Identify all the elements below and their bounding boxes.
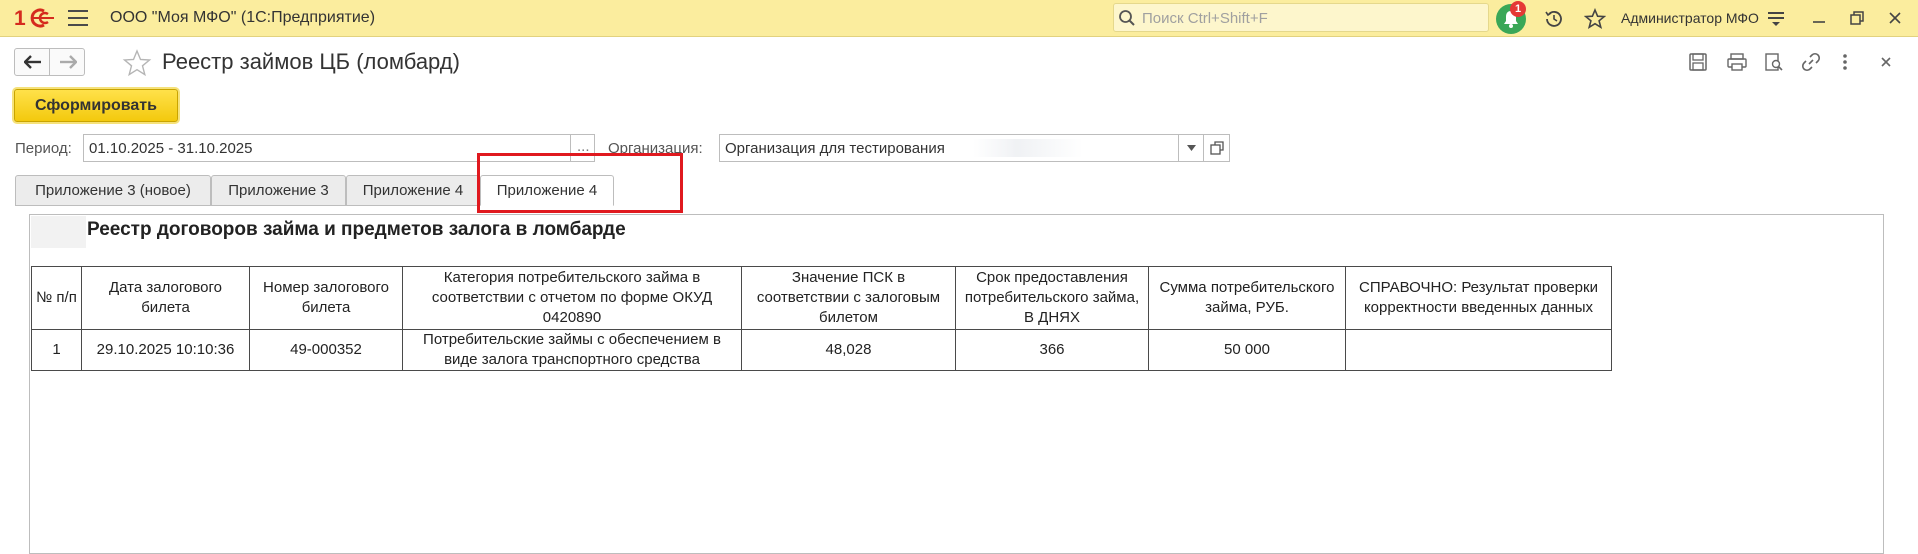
back-button[interactable] xyxy=(14,48,50,76)
period-label: Период: xyxy=(15,140,72,157)
highlight-frame xyxy=(477,153,683,213)
restore-icon[interactable] xyxy=(1848,8,1866,28)
svg-text:1: 1 xyxy=(14,7,26,30)
table-header-row: № п/п Дата залогового билета Номер залог… xyxy=(31,266,1612,330)
global-search[interactable] xyxy=(1113,3,1489,32)
column-header-ticket-date: Дата залогового билета xyxy=(81,266,250,330)
main-menu-icon[interactable] xyxy=(68,10,88,26)
1c-logo[interactable]: 1 xyxy=(14,6,56,30)
print-icon[interactable] xyxy=(1726,52,1748,72)
cell-ticket-date[interactable]: 29.10.2025 10:10:36 xyxy=(81,329,250,371)
minimize-icon[interactable] xyxy=(1810,8,1828,28)
cell-loan-term[interactable]: 366 xyxy=(955,329,1149,371)
form-title: Реестр займов ЦБ (ломбард) xyxy=(162,49,460,74)
column-header-psk-value: Значение ПСК в соответствии с залоговым … xyxy=(741,266,956,330)
arrow-left-icon xyxy=(24,55,41,69)
close-form-icon[interactable] xyxy=(1877,52,1895,72)
favorites-star-icon[interactable] xyxy=(1584,8,1606,30)
forward-button[interactable] xyxy=(49,48,85,76)
organization-value: Организация для тестирования xyxy=(725,140,945,157)
search-input[interactable] xyxy=(1140,7,1484,29)
link-icon[interactable] xyxy=(1801,52,1821,72)
app-title: ООО "Моя МФО" (1С:Предприятие) xyxy=(110,9,376,26)
table-row[interactable]: 1 29.10.2025 10:10:36 49-000352 Потребит… xyxy=(31,329,1612,371)
cell-loan-amount[interactable]: 50 000 xyxy=(1148,329,1346,371)
history-icon[interactable] xyxy=(1543,8,1565,30)
close-window-icon[interactable] xyxy=(1886,8,1904,28)
tab-appendix-3-new[interactable]: Приложение 3 (новое) xyxy=(15,175,211,206)
arrow-right-icon xyxy=(60,55,77,69)
user-name[interactable]: Администратор МФО xyxy=(1621,10,1759,26)
organization-open-button[interactable] xyxy=(1203,134,1230,162)
cell-validation-result[interactable] xyxy=(1345,329,1612,371)
cell-psk-value[interactable]: 48,028 xyxy=(741,329,956,371)
save-icon[interactable] xyxy=(1688,52,1708,72)
notifications-badge: 1 xyxy=(1510,1,1526,17)
redacted-text xyxy=(973,139,1083,157)
tab-appendix-4[interactable]: Приложение 4 xyxy=(346,175,480,206)
column-header-validation-result: СПРАВОЧНО: Результат проверки корректнос… xyxy=(1345,266,1612,330)
add-to-favorites-star-icon[interactable] xyxy=(122,49,152,77)
top-bar: 1 ООО "Моя МФО" (1С:Предприятие) 1 Админ… xyxy=(0,0,1918,37)
cell-ticket-number[interactable]: 49-000352 xyxy=(249,329,403,371)
organization-dropdown-button[interactable] xyxy=(1178,134,1204,162)
column-header-number: № п/п xyxy=(31,266,82,330)
settings-menu-icon[interactable] xyxy=(1766,8,1786,28)
search-icon xyxy=(1119,10,1135,26)
tab-appendix-3[interactable]: Приложение 3 xyxy=(211,175,346,206)
preview-icon[interactable] xyxy=(1764,52,1784,72)
open-icon xyxy=(1210,141,1224,155)
report-corner-cell xyxy=(31,216,86,248)
organization-field[interactable]: Организация для тестирования xyxy=(719,134,1179,162)
more-actions-icon[interactable] xyxy=(1840,52,1850,72)
column-header-ticket-number: Номер залогового билета xyxy=(249,266,403,330)
column-header-loan-term: Срок предоставления потребительского зай… xyxy=(955,266,1149,330)
generate-button[interactable]: Сформировать xyxy=(14,89,178,122)
cell-number[interactable]: 1 xyxy=(31,329,82,371)
column-header-loan-amount: Сумма потребительского займа, РУБ. xyxy=(1148,266,1346,330)
cell-loan-category[interactable]: Потребительские займы с обеспечением в в… xyxy=(402,329,742,371)
period-value: 01.10.2025 - 31.10.2025 xyxy=(89,140,253,157)
dropdown-arrow-icon xyxy=(1187,145,1196,151)
report-title: Реестр договоров займа и предметов залог… xyxy=(87,219,626,240)
report-spreadsheet[interactable]: Реестр договоров займа и предметов залог… xyxy=(29,214,1884,554)
column-header-loan-category: Категория потребительского займа в соотв… xyxy=(402,266,742,330)
report-table: № п/п Дата залогового билета Номер залог… xyxy=(31,266,1612,371)
